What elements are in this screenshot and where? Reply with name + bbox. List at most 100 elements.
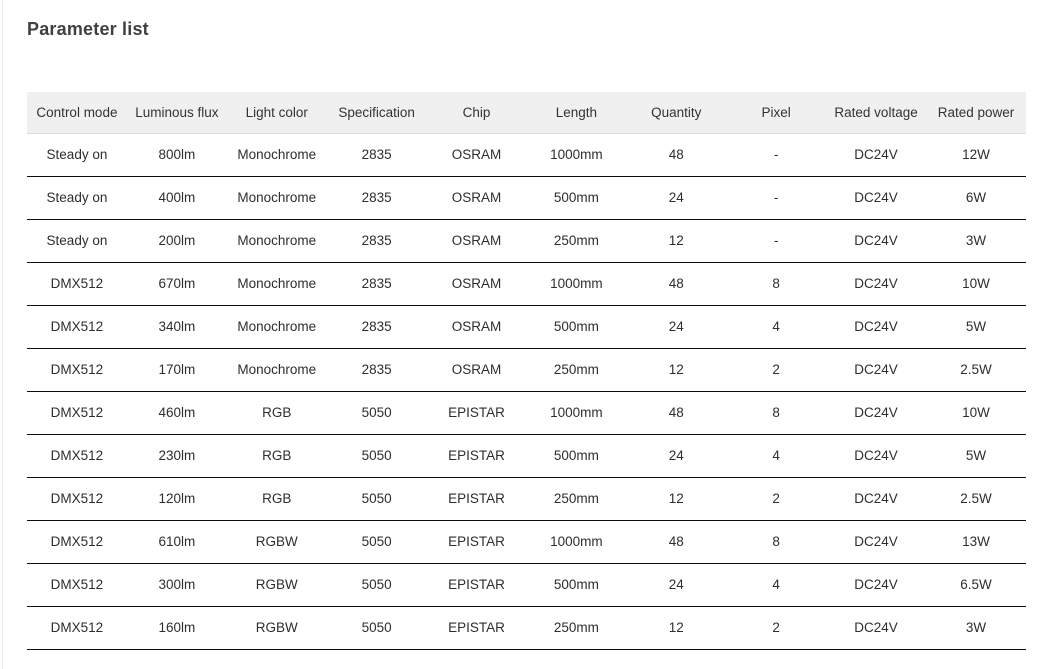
- table-cell: 48: [626, 133, 727, 177]
- table-row: DMX512 460lm RGB 5050 EPISTAR 1000mm 48 8 DC24V 1…: [27, 391, 1026, 435]
- table-cell: DC24V: [826, 133, 927, 177]
- table-cell: 4: [726, 563, 827, 607]
- table-cell: DMX512: [27, 305, 127, 349]
- table-cell: 500mm: [526, 176, 627, 220]
- table-row: DMX512 120lm RGB 5050 EPISTAR 250mm 12 2 DC24V 2.…: [27, 477, 1026, 521]
- table-cell: 500mm: [526, 434, 627, 478]
- table-cell: 2835: [326, 133, 427, 177]
- table-cell: 1000mm: [526, 520, 627, 564]
- table-cell: Monochrome: [226, 176, 327, 220]
- table-cell: DC24V: [826, 520, 927, 564]
- table-cell: 500mm: [526, 305, 627, 349]
- table-cell: 170lm: [126, 348, 227, 392]
- table-cell: 2: [726, 606, 827, 650]
- parameter-table: Control mode Luminous flux Light color Spec…: [27, 92, 1026, 650]
- table-cell: 2: [726, 348, 827, 392]
- table-row: Steady on 200lm Monochrome 2835 OSRAM 250mm 12…: [27, 219, 1026, 263]
- table-cell: 12: [626, 477, 727, 521]
- table-cell: RGBW: [226, 520, 327, 564]
- table-cell: -: [726, 219, 827, 263]
- table-cell: 500mm: [526, 563, 627, 607]
- table-cell: 24: [626, 176, 727, 220]
- table-cell: 5W: [926, 434, 1026, 478]
- table-cell: 400lm: [126, 176, 227, 220]
- table-cell: Monochrome: [226, 133, 327, 177]
- table-row: Steady on 400lm Monochrome 2835 OSRAM 500mm 24…: [27, 176, 1026, 220]
- table-cell: DC24V: [826, 176, 927, 220]
- table-cell: OSRAM: [426, 262, 527, 306]
- table-cell: 2.5W: [926, 348, 1026, 392]
- table-cell: 3W: [926, 606, 1026, 650]
- table-cell: 5050: [326, 520, 427, 564]
- table-cell: Monochrome: [226, 219, 327, 263]
- header-cell: Rated power: [926, 92, 1026, 134]
- table-cell: RGB: [226, 434, 327, 478]
- table-cell: 12: [626, 219, 727, 263]
- table-cell: 2835: [326, 176, 427, 220]
- table-cell: 250mm: [526, 477, 627, 521]
- table-cell: EPISTAR: [426, 477, 527, 521]
- table-cell: 12: [626, 348, 727, 392]
- table-cell: 670lm: [126, 262, 227, 306]
- header-cell: Rated voltage: [826, 92, 927, 134]
- table-row: Steady on 800lm Monochrome 2835 OSRAM 1000mm 4…: [27, 133, 1026, 177]
- table-cell: 610lm: [126, 520, 227, 564]
- page-title: Parameter list: [27, 19, 149, 39]
- table-row: DMX512 610lm RGBW 5050 EPISTAR 1000mm 48 8 DC24V…: [27, 520, 1026, 564]
- parameter-table-header: Control mode Luminous flux Light color Spec…: [27, 92, 1026, 134]
- table-cell: EPISTAR: [426, 434, 527, 478]
- table-row: DMX512 670lm Monochrome 2835 OSRAM 1000mm 48 8 D…: [27, 262, 1026, 306]
- table-cell: 160lm: [126, 606, 227, 650]
- table-cell: 8: [726, 262, 827, 306]
- table-cell: EPISTAR: [426, 391, 527, 435]
- table-cell: DC24V: [826, 305, 927, 349]
- table-cell: 230lm: [126, 434, 227, 478]
- table-cell: 8: [726, 520, 827, 564]
- table-cell: 2: [726, 477, 827, 521]
- table-cell: DC24V: [826, 219, 927, 263]
- table-row: DMX512 170lm Monochrome 2835 OSRAM 250mm 12 2 DC…: [27, 348, 1026, 392]
- table-cell: 10W: [926, 262, 1026, 306]
- table-cell: OSRAM: [426, 133, 527, 177]
- table-cell: Steady on: [27, 219, 127, 263]
- table-cell: 5050: [326, 477, 427, 521]
- header-cell: Control mode: [27, 92, 127, 134]
- header-cell: Light color: [226, 92, 327, 134]
- table-cell: 2835: [326, 262, 427, 306]
- table-cell: DMX512: [27, 520, 127, 564]
- table-cell: OSRAM: [426, 348, 527, 392]
- table-cell: 4: [726, 434, 827, 478]
- table-cell: DC24V: [826, 262, 927, 306]
- table-cell: 2835: [326, 305, 427, 349]
- table-cell: EPISTAR: [426, 563, 527, 607]
- table-cell: 1000mm: [526, 391, 627, 435]
- table-cell: 24: [626, 434, 727, 478]
- header-cell: Length: [526, 92, 627, 134]
- header-row: Control mode Luminous flux Light color Spec…: [27, 92, 1026, 134]
- table-cell: 5050: [326, 606, 427, 650]
- table-cell: 250mm: [526, 348, 627, 392]
- table-cell: DMX512: [27, 477, 127, 521]
- table-cell: 2835: [326, 219, 427, 263]
- table-cell: 4: [726, 305, 827, 349]
- table-cell: DC24V: [826, 348, 927, 392]
- table-cell: Monochrome: [226, 348, 327, 392]
- table-cell: DC24V: [826, 563, 927, 607]
- table-cell: 12W: [926, 133, 1026, 177]
- table-cell: 2.5W: [926, 477, 1026, 521]
- table-row: DMX512 230lm RGB 5050 EPISTAR 500mm 24 4 DC24V 5W: [27, 434, 1026, 478]
- parameter-table-body: Steady on 800lm Monochrome 2835 OSRAM 1000mm 4…: [27, 133, 1026, 650]
- table-cell: 2835: [326, 348, 427, 392]
- table-cell: 3W: [926, 219, 1026, 263]
- table-cell: 120lm: [126, 477, 227, 521]
- table-row: DMX512 160lm RGBW 5050 EPISTAR 250mm 12 2 DC24V 3…: [27, 606, 1026, 650]
- header-cell: Specification: [326, 92, 427, 134]
- table-cell: 24: [626, 305, 727, 349]
- table-cell: OSRAM: [426, 305, 527, 349]
- header-cell: Pixel: [726, 92, 827, 134]
- header-cell: Chip: [426, 92, 527, 134]
- table-cell: DMX512: [27, 348, 127, 392]
- table-cell: RGB: [226, 391, 327, 435]
- page: Parameter list Control mode Luminous flux…: [0, 0, 1051, 669]
- table-cell: 8: [726, 391, 827, 435]
